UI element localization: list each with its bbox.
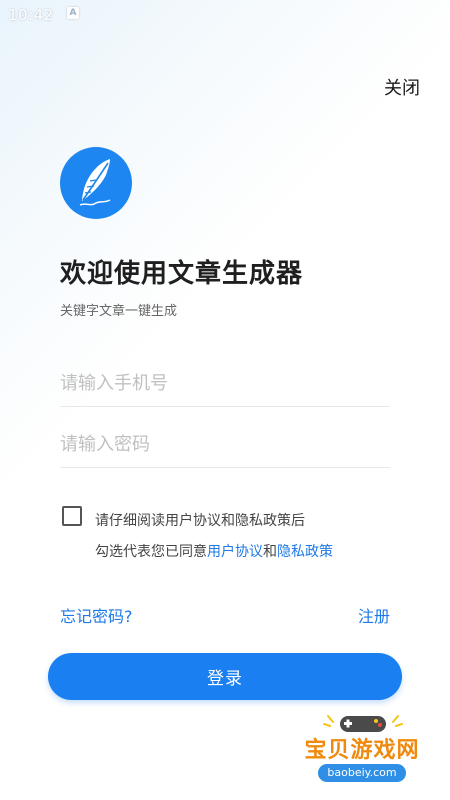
privacy-policy-link[interactable]: 隐私政策 (277, 544, 333, 560)
watermark-name: 宝贝游戏网 (304, 738, 420, 763)
site-watermark: 宝贝游戏网 baobeiy.com (300, 710, 430, 790)
page-title: 欢迎使用文章生成器 (60, 259, 304, 289)
agreement-consent-prefix: 勾选代表您已同意 (95, 544, 207, 560)
status-bar: 10:42 A (0, 0, 450, 28)
password-input[interactable] (60, 421, 390, 467)
close-button[interactable]: 关闭 (384, 74, 420, 100)
watermark-domain: baobeiy.com (318, 764, 406, 782)
agreement-conjunction: 和 (263, 544, 277, 560)
agreement-checkbox[interactable] (62, 506, 82, 526)
agreement-notice: 请仔细阅读用户协议和隐私政策后 (95, 513, 305, 529)
page-subtitle: 关键字文章一键生成 (60, 304, 178, 319)
phone-input[interactable] (60, 360, 390, 406)
register-link[interactable]: 注册 (358, 603, 390, 627)
phone-field (60, 360, 390, 407)
app-logo (60, 147, 132, 219)
agreement-consent: 勾选代表您已同意用户协议和隐私政策 (95, 541, 333, 561)
feather-quill-icon (79, 159, 111, 206)
notification-icon: A (67, 7, 79, 19)
user-agreement-link[interactable]: 用户协议 (207, 544, 263, 560)
login-button[interactable]: 登录 (48, 653, 402, 700)
password-field (60, 421, 390, 468)
forgot-password-link[interactable]: 忘记密码? (60, 603, 133, 627)
status-time: 10:42 (8, 6, 54, 24)
